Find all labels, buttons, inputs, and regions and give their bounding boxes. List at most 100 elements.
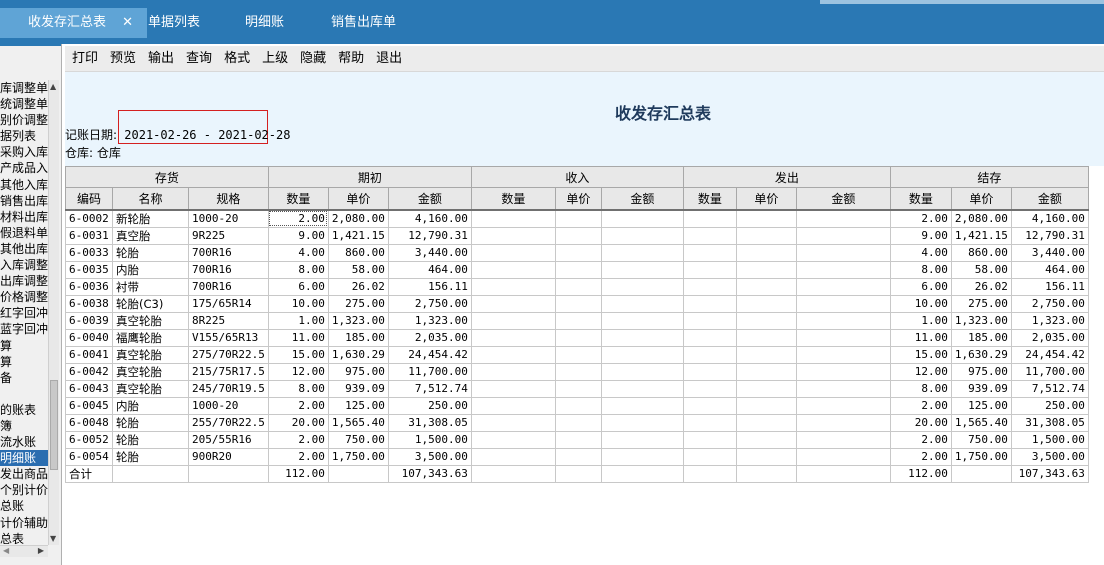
table-cell[interactable]: 275/70R22.5 bbox=[188, 345, 269, 364]
table-cell[interactable] bbox=[795, 447, 891, 466]
table-cell[interactable]: 464.00 bbox=[1010, 260, 1089, 279]
table-cell[interactable]: 10.00 bbox=[889, 294, 952, 313]
table-cell[interactable] bbox=[600, 430, 684, 449]
table-cell[interactable]: 7,512.74 bbox=[1010, 379, 1089, 398]
table-cell[interactable] bbox=[470, 260, 556, 279]
table-cell[interactable]: 6.00 bbox=[889, 277, 952, 296]
table-cell[interactable]: 125.00 bbox=[950, 396, 1012, 415]
nav-item[interactable]: 计价辅助 bbox=[0, 515, 48, 531]
table-row[interactable]: 6-0043 真空轮胎 245/70R19.5 8.00 939.09 7,512.74 8… bbox=[65, 379, 1089, 398]
table-cell[interactable]: 1,565.40 bbox=[327, 413, 389, 432]
table-cell[interactable]: 900R20 bbox=[188, 447, 269, 466]
table-cell[interactable] bbox=[600, 362, 684, 381]
table-cell[interactable] bbox=[554, 345, 602, 364]
nav-item[interactable]: 材料出库 bbox=[0, 209, 48, 225]
table-cell[interactable]: 700R16 bbox=[188, 277, 269, 296]
table-row[interactable]: 6-0042 真空轮胎 215/75R17.5 12.00 975.00 11,700.0… bbox=[65, 362, 1089, 381]
scroll-right-arrow-icon[interactable]: ▶ bbox=[38, 546, 44, 555]
table-cell[interactable]: 275.00 bbox=[950, 294, 1012, 313]
table-cell[interactable] bbox=[682, 464, 737, 483]
table-cell[interactable] bbox=[470, 226, 556, 245]
nav-vertical-scrollbar[interactable]: ▲ ▼ bbox=[48, 80, 59, 545]
table-cell[interactable] bbox=[795, 362, 891, 381]
table-cell[interactable] bbox=[554, 260, 602, 279]
table-cell[interactable] bbox=[327, 464, 389, 483]
table-cell[interactable] bbox=[600, 413, 684, 432]
table-cell[interactable]: 1000-20 bbox=[188, 396, 269, 415]
scroll-left-arrow-icon[interactable]: ◀ bbox=[3, 546, 9, 555]
table-cell[interactable] bbox=[795, 396, 891, 415]
table-cell[interactable]: 10.00 bbox=[267, 294, 329, 313]
table-cell[interactable]: 6-0052 bbox=[65, 430, 113, 449]
table-cell[interactable]: 185.00 bbox=[327, 328, 389, 347]
table-cell[interactable] bbox=[735, 447, 797, 466]
column-header[interactable]: 单价 bbox=[735, 187, 797, 211]
table-cell[interactable]: 2.00 bbox=[889, 447, 952, 466]
table-cell[interactable] bbox=[470, 464, 556, 483]
table-cell[interactable] bbox=[682, 209, 737, 228]
table-cell[interactable] bbox=[112, 464, 189, 483]
table-cell[interactable] bbox=[682, 277, 737, 296]
table-cell[interactable] bbox=[682, 328, 737, 347]
table-cell[interactable]: 2,035.00 bbox=[1010, 328, 1089, 347]
table-cell[interactable] bbox=[795, 294, 891, 313]
table-cell[interactable]: 2.00 bbox=[889, 396, 952, 415]
tab-detail-ledger[interactable]: 明细账 bbox=[245, 8, 284, 38]
table-cell[interactable] bbox=[554, 396, 602, 415]
table-cell[interactable]: 8.00 bbox=[889, 260, 952, 279]
table-cell[interactable] bbox=[600, 294, 684, 313]
table-cell[interactable] bbox=[600, 396, 684, 415]
table-cell[interactable] bbox=[735, 277, 797, 296]
table-cell[interactable]: 20.00 bbox=[889, 413, 952, 432]
table-cell[interactable]: 26.02 bbox=[950, 277, 1012, 296]
table-cell[interactable] bbox=[600, 260, 684, 279]
help-button[interactable]: 帮助 bbox=[332, 46, 370, 72]
nav-item[interactable]: 算 bbox=[0, 354, 48, 370]
table-cell[interactable] bbox=[188, 464, 269, 483]
table-cell[interactable]: 860.00 bbox=[327, 243, 389, 262]
table-cell[interactable] bbox=[470, 447, 556, 466]
column-header[interactable]: 单价 bbox=[554, 187, 602, 211]
hide-button[interactable]: 隐藏 bbox=[294, 46, 332, 72]
table-cell[interactable]: 1,750.00 bbox=[327, 447, 389, 466]
table-cell[interactable]: V155/65R13 bbox=[188, 328, 269, 347]
table-cell[interactable]: 6-0031 bbox=[65, 226, 113, 245]
table-cell[interactable] bbox=[470, 294, 556, 313]
parent-level-button[interactable]: 上级 bbox=[256, 46, 294, 72]
table-cell[interactable] bbox=[682, 345, 737, 364]
table-row[interactable]: 6-0054 轮胎 900R20 2.00 1,750.00 3,500.00 2.00 1,… bbox=[65, 447, 1089, 466]
table-cell[interactable]: 26.02 bbox=[327, 277, 389, 296]
table-cell[interactable] bbox=[795, 226, 891, 245]
table-cell[interactable]: 6-0002 bbox=[65, 209, 113, 228]
table-cell[interactable]: 轮胎 bbox=[112, 413, 189, 432]
table-cell[interactable]: 内胎 bbox=[112, 396, 189, 415]
table-cell[interactable]: 156.11 bbox=[387, 277, 472, 296]
table-cell[interactable]: 3,500.00 bbox=[387, 447, 472, 466]
table-cell[interactable] bbox=[735, 294, 797, 313]
table-cell[interactable]: 新轮胎 bbox=[112, 209, 189, 228]
nav-item[interactable] bbox=[0, 386, 48, 402]
nav-item[interactable]: 价格调整 bbox=[0, 289, 48, 305]
table-cell[interactable]: 11,700.00 bbox=[387, 362, 472, 381]
tab-document-list[interactable]: 单据列表 bbox=[148, 8, 200, 38]
table-cell[interactable]: 205/55R16 bbox=[188, 430, 269, 449]
table-cell[interactable] bbox=[600, 243, 684, 262]
table-cell[interactable] bbox=[470, 379, 556, 398]
table-cell[interactable] bbox=[600, 447, 684, 466]
table-cell[interactable]: 真空轮胎 bbox=[112, 345, 189, 364]
total-row[interactable]: 合计 112.00 107,343.63 112.00 107,343.63 bbox=[65, 464, 1089, 483]
nav-item[interactable]: 流水账 bbox=[0, 434, 48, 450]
table-cell[interactable]: 2.00 bbox=[889, 430, 952, 449]
table-cell[interactable] bbox=[554, 464, 602, 483]
column-header[interactable]: 数量 bbox=[682, 187, 737, 211]
column-header[interactable]: 数量 bbox=[267, 187, 329, 211]
table-cell[interactable] bbox=[554, 328, 602, 347]
table-cell[interactable] bbox=[950, 464, 1012, 483]
table-cell[interactable]: 860.00 bbox=[950, 243, 1012, 262]
table-cell[interactable]: 58.00 bbox=[327, 260, 389, 279]
nav-item[interactable]: 统调整单 bbox=[0, 96, 48, 112]
table-cell[interactable] bbox=[470, 345, 556, 364]
table-cell[interactable] bbox=[554, 379, 602, 398]
table-cell[interactable] bbox=[682, 362, 737, 381]
table-cell[interactable]: 975.00 bbox=[950, 362, 1012, 381]
